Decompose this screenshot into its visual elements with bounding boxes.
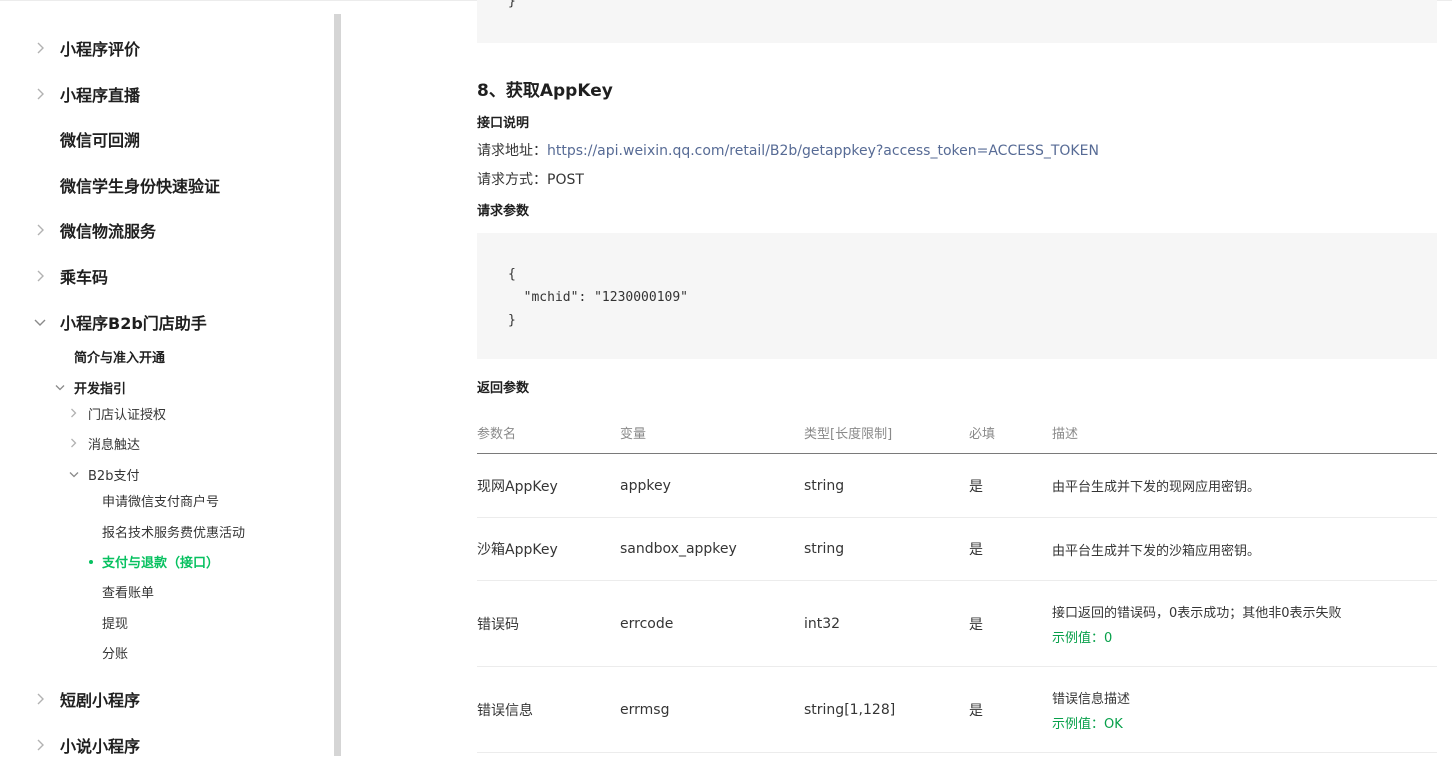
sidebar-item-label: 微信物流服务 bbox=[60, 222, 157, 241]
example-value: 示例值：OK bbox=[1052, 716, 1123, 732]
cell-desc: 错误信息描述 示例值：OK bbox=[1052, 666, 1437, 753]
sidebar-item-b2b-store-assistant[interactable]: 小程序B2b门店助手 bbox=[0, 302, 334, 342]
sidebar-item-novel[interactable]: 小说小程序 bbox=[0, 725, 334, 765]
sidebar-item-pay-refund[interactable]: 支付与退款（接口） bbox=[102, 552, 219, 571]
cell-desc: 接口返回的错误码，0表示成功；其他非0表示失败 示例值：0 bbox=[1052, 580, 1437, 667]
sidebar-item-label: 小程序评价 bbox=[60, 40, 141, 59]
chevron-right-icon bbox=[34, 270, 46, 282]
cell-type: int32 bbox=[804, 580, 969, 667]
request-url-line: 请求地址：https://api.weixin.qq.com/retail/B2… bbox=[477, 140, 1099, 160]
table-header-row: 参数名 变量 类型[长度限制] 必填 描述 bbox=[477, 411, 1437, 454]
sidebar-item-short-drama[interactable]: 短剧小程序 bbox=[0, 679, 334, 719]
request-params-heading: 请求参数 bbox=[477, 204, 530, 219]
request-method-value: POST bbox=[547, 172, 584, 188]
sidebar-item-label: 小程序直播 bbox=[60, 86, 141, 105]
cell-name: 沙箱AppKey bbox=[477, 517, 620, 581]
col-header-desc: 描述 bbox=[1052, 411, 1437, 454]
desc-text: 由平台生成并下发的现网应用密钥。 bbox=[1052, 480, 1261, 495]
cell-desc: 由平台生成并下发的沙箱应用密钥。 bbox=[1052, 517, 1437, 581]
sidebar-item-b2b-pay[interactable]: B2b支付 bbox=[88, 465, 139, 484]
cell-var: errcode bbox=[620, 580, 804, 667]
request-code-block: { "mchid": "1230000109" } bbox=[477, 233, 1437, 359]
active-dot bbox=[89, 560, 93, 564]
sidebar-item-profit-share[interactable]: 分账 bbox=[102, 643, 128, 662]
chevron-right-icon bbox=[34, 224, 46, 236]
table-row: 沙箱AppKey sandbox_appkey string 是 由平台生成并下… bbox=[477, 517, 1437, 581]
sidebar-item-dev-guide[interactable]: 开发指引 bbox=[74, 378, 126, 397]
return-params-table: 参数名 变量 类型[长度限制] 必填 描述 现网AppKey appkey st… bbox=[477, 411, 1437, 753]
sidebar-item-wechat-traceable[interactable]: 微信可回溯 bbox=[0, 119, 334, 159]
chevron-down-icon bbox=[69, 469, 79, 479]
sidebar-item-logistics[interactable]: 微信物流服务 bbox=[0, 210, 334, 250]
api-desc-heading: 接口说明 bbox=[477, 116, 530, 131]
sidebar-item-apply-merchant[interactable]: 申请微信支付商户号 bbox=[102, 491, 219, 510]
cell-name: 错误信息 bbox=[477, 666, 620, 753]
sidebar-scrollbar[interactable] bbox=[334, 14, 341, 756]
sidebar-item-view-bill[interactable]: 查看账单 bbox=[102, 582, 154, 601]
sidebar-item-label: 乘车码 bbox=[60, 268, 109, 287]
col-header-var: 变量 bbox=[620, 411, 804, 454]
table-row: 现网AppKey appkey string 是 由平台生成并下发的现网应用密钥… bbox=[477, 453, 1437, 518]
desc-text: 错误信息描述 bbox=[1052, 691, 1131, 707]
chevron-right-icon bbox=[68, 408, 78, 418]
sidebar-item-mini-program-live[interactable]: 小程序直播 bbox=[0, 74, 334, 114]
cell-name: 现网AppKey bbox=[477, 453, 620, 518]
sidebar-item-student-verify[interactable]: 微信学生身份快速验证 bbox=[0, 165, 334, 205]
sidebar-item-label: 微信可回溯 bbox=[60, 131, 141, 150]
example-value: 示例值：0 bbox=[1052, 630, 1113, 646]
cell-required: 是 bbox=[969, 666, 1052, 753]
desc-text: 接口返回的错误码，0表示成功；其他非0表示失败 bbox=[1052, 605, 1342, 621]
cell-type: string bbox=[804, 453, 969, 518]
sidebar-item-fee-discount[interactable]: 报名技术服务费优惠活动 bbox=[102, 522, 245, 541]
sidebar-item-mini-program-review[interactable]: 小程序评价 bbox=[0, 28, 334, 68]
sidebar-item-msg-reach[interactable]: 消息触达 bbox=[88, 434, 140, 453]
chevron-right-icon bbox=[34, 42, 46, 54]
sidebar-item-ride-code[interactable]: 乘车码 bbox=[0, 256, 334, 296]
return-params-heading: 返回参数 bbox=[477, 381, 530, 396]
cell-required: 是 bbox=[969, 580, 1052, 667]
request-code: { "mchid": "1230000109" } bbox=[508, 267, 689, 328]
cell-required: 是 bbox=[969, 453, 1052, 518]
col-header-required: 必填 bbox=[969, 411, 1052, 454]
sidebar-item-store-auth[interactable]: 门店认证授权 bbox=[88, 404, 166, 423]
cell-var: errmsg bbox=[620, 666, 804, 753]
table-row: 错误信息 errmsg string[1,128] 是 错误信息描述 示例值：O… bbox=[477, 666, 1437, 753]
sidebar-item-intro[interactable]: 简介与准入开通 bbox=[74, 347, 165, 366]
sidebar-item-withdraw[interactable]: 提现 bbox=[102, 613, 128, 632]
code-text: } bbox=[508, 0, 516, 9]
request-url-label: 请求地址： bbox=[477, 143, 547, 159]
cell-required: 是 bbox=[969, 517, 1052, 581]
chevron-down-icon bbox=[55, 382, 65, 392]
code-block-previous: } bbox=[477, 0, 1437, 43]
chevron-right-icon bbox=[34, 739, 46, 751]
sidebar-item-label: 微信学生身份快速验证 bbox=[60, 177, 221, 196]
table-row: 错误码 errcode int32 是 接口返回的错误码，0表示成功；其他非0表… bbox=[477, 580, 1437, 667]
col-header-type: 类型[长度限制] bbox=[804, 411, 969, 454]
sidebar-item-label: 短剧小程序 bbox=[60, 691, 141, 710]
col-header-name: 参数名 bbox=[477, 411, 620, 454]
cell-name: 错误码 bbox=[477, 580, 620, 667]
cell-var: sandbox_appkey bbox=[620, 517, 804, 581]
chevron-down-icon bbox=[34, 316, 46, 328]
request-method-label: 请求方式： bbox=[477, 172, 547, 188]
cell-type: string bbox=[804, 517, 969, 581]
cell-type: string[1,128] bbox=[804, 666, 969, 753]
cell-desc: 由平台生成并下发的现网应用密钥。 bbox=[1052, 453, 1437, 518]
cell-var: appkey bbox=[620, 453, 804, 518]
chevron-right-icon bbox=[34, 693, 46, 705]
sidebar-item-label: 小说小程序 bbox=[60, 737, 141, 756]
request-method-line: 请求方式：POST bbox=[477, 169, 584, 189]
section-title: 8、获取AppKey bbox=[477, 81, 613, 101]
chevron-right-icon bbox=[68, 438, 78, 448]
sidebar-item-label: 小程序B2b门店助手 bbox=[60, 314, 207, 333]
request-url-link[interactable]: https://api.weixin.qq.com/retail/B2b/get… bbox=[547, 143, 1099, 159]
chevron-right-icon bbox=[34, 88, 46, 100]
desc-text: 由平台生成并下发的沙箱应用密钥。 bbox=[1052, 543, 1261, 559]
sidebar-nav: 小程序评价 小程序直播 微信可回溯 微信学生身份快速验证 微信物流服务 乘车码 … bbox=[0, 0, 334, 756]
